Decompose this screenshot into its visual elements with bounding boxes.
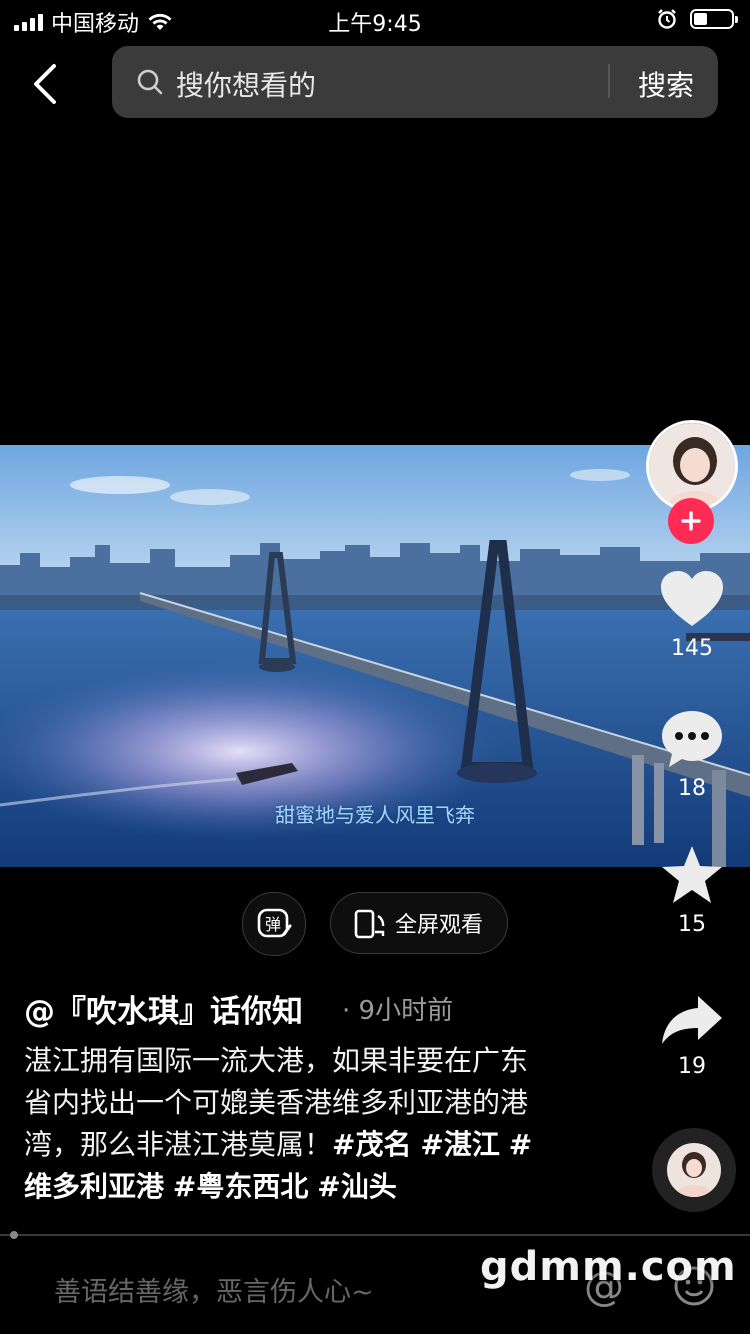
share-action[interactable]: 19 — [640, 992, 744, 1079]
video-progress[interactable] — [0, 1231, 750, 1239]
back-icon[interactable] — [24, 60, 68, 108]
follow-button[interactable] — [668, 498, 714, 544]
danmu-icon: 弹 — [257, 908, 292, 938]
progress-handle[interactable] — [10, 1231, 18, 1239]
heart-icon — [661, 571, 723, 626]
author-name[interactable]: @『吹水琪』话你知 — [24, 986, 303, 1031]
fullscreen-icon — [354, 909, 385, 939]
fullscreen-button[interactable]: 全屏观看 — [330, 892, 508, 954]
search-divider — [608, 64, 610, 98]
watermark-text: gdmm.com — [480, 1244, 737, 1290]
post-description: 湛江拥有国际一流大港，如果非要在广东省内找出一个可媲美香港维多利亚港的港湾，那么… — [24, 1040, 544, 1208]
search-icon — [137, 69, 163, 95]
danmu-button[interactable]: 弹 — [242, 892, 306, 956]
hashtag[interactable]: #粤东西北 — [173, 1170, 308, 1203]
comment-count: 18 — [678, 776, 706, 801]
danmu-label: 弹 — [265, 915, 281, 934]
hashtag[interactable]: #湛江 — [420, 1128, 499, 1161]
video-subtitle: 甜蜜地与爱人风里飞奔 — [275, 803, 475, 827]
like-action[interactable]: 145 — [640, 570, 744, 661]
fullscreen-label: 全屏观看 — [395, 913, 484, 938]
battery-icon — [690, 9, 738, 29]
search-button[interactable]: 搜索 — [638, 64, 694, 104]
comment-icon — [662, 711, 722, 767]
status-time: 上午9:45 — [328, 12, 422, 37]
alarm-icon — [658, 9, 676, 29]
favorite-count: 15 — [678, 912, 706, 937]
hashtag[interactable]: #汕头 — [317, 1170, 396, 1203]
star-icon — [662, 846, 722, 903]
search-bar[interactable]: 搜你想看的 搜索 — [112, 46, 718, 118]
music-disc[interactable] — [652, 1128, 736, 1212]
like-count: 145 — [671, 636, 713, 661]
hashtag[interactable]: #茂名 — [332, 1128, 411, 1161]
music-disc-icon — [667, 1143, 721, 1197]
share-count: 19 — [678, 1054, 706, 1079]
search-input[interactable]: 搜你想看的 — [176, 64, 316, 104]
status-bar: 中国移动 上午9:45 — [0, 0, 750, 40]
video-player[interactable]: 甜蜜地与爱人风里飞奔 — [0, 445, 750, 867]
comment-action[interactable]: 18 — [640, 708, 744, 801]
post-time: · 9小时前 — [342, 996, 454, 1026]
comment-input[interactable]: 善语结善缘，恶言伤人心~ — [54, 1270, 374, 1309]
follow-plus-icon — [681, 511, 701, 531]
favorite-action[interactable]: 15 — [640, 844, 744, 937]
share-icon — [662, 996, 722, 1044]
